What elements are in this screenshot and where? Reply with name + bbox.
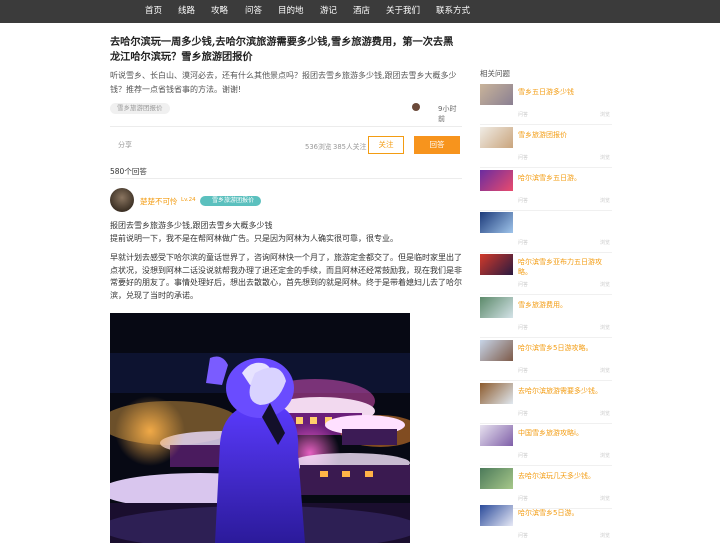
follow-button[interactable]: 关注 (368, 136, 404, 154)
nav-home[interactable]: 首页 (145, 0, 162, 23)
related-item-title[interactable]: 哈尔滨雪乡亚布力五日游攻略。 (518, 257, 612, 277)
answer-paragraph: 提前说明一下，我不是在帮阿林做广告。只是因为阿林为人确实很可靠，很专业。 (110, 234, 398, 243)
answer-paragraph: 早就计划去感受下哈尔滨的童话世界了，咨询阿林快一个月了，旅游定金都交了。但是临时… (110, 253, 462, 300)
views-count: 536浏览 (305, 143, 332, 151)
related-item-meta: 浏览 (599, 325, 610, 331)
related-thumbnail (480, 383, 513, 404)
related-thumbnail (480, 127, 513, 148)
divider (110, 126, 462, 127)
answer-tag-label: 雪乡旅游团报价 (212, 197, 255, 204)
related-item-meta: 浏览 (599, 453, 610, 459)
nav-guides[interactable]: 攻略 (211, 0, 228, 23)
share-button[interactable]: 分享 (118, 140, 132, 150)
question-tag[interactable]: 雪乡旅游团报价 (110, 103, 170, 114)
related-item-title[interactable]: 哈尔滨雪乡5日游攻略。 (518, 343, 612, 353)
related-item-title[interactable]: 雪乡旅游费用。 (518, 300, 612, 310)
related-item-title[interactable]: 哈尔滨雪乡5日游。 (518, 508, 612, 518)
related-item-meta: 浏览 (599, 533, 610, 539)
related-item[interactable]: 中国雪乡旅游攻略i。 问答 浏览 (480, 425, 612, 466)
nav-hotels[interactable]: 酒店 (353, 0, 370, 23)
nav-travelogues[interactable]: 游记 (320, 0, 337, 23)
related-item-title[interactable]: 中国雪乡旅游攻略i。 (518, 428, 612, 438)
related-item[interactable]: 哈尔滨雪乡亚布力五日游攻略。 问答 浏览 (480, 254, 612, 295)
related-item-meta: 浏览 (599, 112, 610, 118)
related-item-meta: 浏览 (599, 240, 610, 246)
answerer-level: Lv.24 (181, 197, 196, 203)
related-item[interactable]: 雪乡五日游多少钱 问答 浏览 (480, 84, 612, 125)
answer-count: 580个回答 (110, 167, 147, 176)
nav-contact[interactable]: 联系方式 (436, 0, 470, 23)
related-item[interactable]: 去哈尔滨玩几天多少钱。 问答 浏览 (480, 468, 612, 509)
related-item-meta: 浏览 (599, 198, 610, 204)
related-item-meta: 问答 (518, 368, 529, 374)
asker-avatar[interactable] (412, 103, 420, 111)
related-thumbnail (480, 505, 513, 526)
related-item[interactable]: 去哈尔滨旅游需要多少钱。 问答 浏览 (480, 383, 612, 424)
related-thumbnail (480, 340, 513, 361)
related-thumbnail (480, 297, 513, 318)
related-item-title[interactable]: 雪乡旅游团报价 (518, 130, 612, 140)
question-time: 9小时前 (438, 105, 457, 123)
nav-about[interactable]: 关于我们 (386, 0, 420, 23)
related-thumbnail (480, 84, 513, 105)
related-item-meta: 问答 (518, 198, 529, 204)
answer-tag[interactable]: 雪乡旅游团报价 (200, 196, 262, 206)
related-item-meta: 问答 (518, 112, 529, 118)
question-title: 去哈尔滨玩一周多少钱,去哈尔滨旅游需要多少钱,雪乡旅游费用，第一次去黑龙江哈尔滨… (110, 36, 454, 63)
related-item-meta: 浏览 (599, 496, 610, 502)
related-item-meta: 问答 (518, 155, 529, 161)
answer-photo (110, 313, 410, 543)
snow-town-night-photo (110, 313, 410, 543)
related-item-meta: 问答 (518, 453, 529, 459)
divider (110, 178, 462, 179)
related-thumbnail (480, 468, 513, 489)
answerer-name[interactable]: 楚楚不可怜 (140, 196, 178, 207)
related-item-meta: 问答 (518, 533, 529, 539)
question-description: 听说雪乡、长白山、漠河必去，还有什么其他景点吗？报团去雪乡旅游多少钱,跟团去雪乡… (110, 71, 457, 94)
related-item[interactable]: 雪乡旅游费用。 问答 浏览 (480, 297, 612, 338)
related-item-meta: 问答 (518, 325, 529, 331)
followers-count: 385人关注 (333, 143, 367, 151)
related-questions-title: 相关问题 (480, 69, 510, 78)
answer-button[interactable]: 回答 (414, 136, 460, 154)
nav-routes[interactable]: 线路 (178, 0, 195, 23)
top-nav: 首页 线路 攻略 问答 目的地 游记 酒店 关于我们 联系方式 (0, 0, 720, 23)
related-thumbnail (480, 254, 513, 275)
related-item[interactable]: 雪乡旅游团报价 问答 浏览 (480, 127, 612, 168)
related-item-meta: 浏览 (599, 368, 610, 374)
related-item-title[interactable]: 去哈尔滨玩几天多少钱。 (518, 471, 612, 481)
answerer-avatar[interactable] (110, 188, 134, 212)
related-item-title[interactable]: 哈尔滨雪乡五日游。 (518, 173, 612, 183)
related-item-meta: 问答 (518, 496, 529, 502)
related-item-title[interactable]: 去哈尔滨旅游需要多少钱。 (518, 386, 612, 396)
nav-qa[interactable]: 问答 (245, 0, 262, 23)
related-item-meta: 问答 (518, 240, 529, 246)
related-item-meta: 问答 (518, 282, 529, 288)
related-item-meta: 浏览 (599, 282, 610, 288)
related-item-meta: 问答 (518, 411, 529, 417)
related-item[interactable]: 问答 浏览 (480, 212, 612, 253)
related-item-meta: 浏览 (599, 411, 610, 417)
related-thumbnail (480, 212, 513, 233)
answer-paragraph: 报团去雪乡旅游多少钱,跟团去雪乡大概多少钱 (110, 221, 273, 230)
related-thumbnail (480, 170, 513, 191)
related-item[interactable]: 哈尔滨雪乡5日游。 问答 浏览 (480, 505, 612, 540)
related-item[interactable]: 哈尔滨雪乡5日游攻略。 问答 浏览 (480, 340, 612, 381)
related-item-title[interactable]: 雪乡五日游多少钱 (518, 87, 612, 97)
related-item-meta: 浏览 (599, 155, 610, 161)
related-item[interactable]: 哈尔滨雪乡五日游。 问答 浏览 (480, 170, 612, 211)
nav-destinations[interactable]: 目的地 (278, 0, 304, 23)
related-thumbnail (480, 425, 513, 446)
